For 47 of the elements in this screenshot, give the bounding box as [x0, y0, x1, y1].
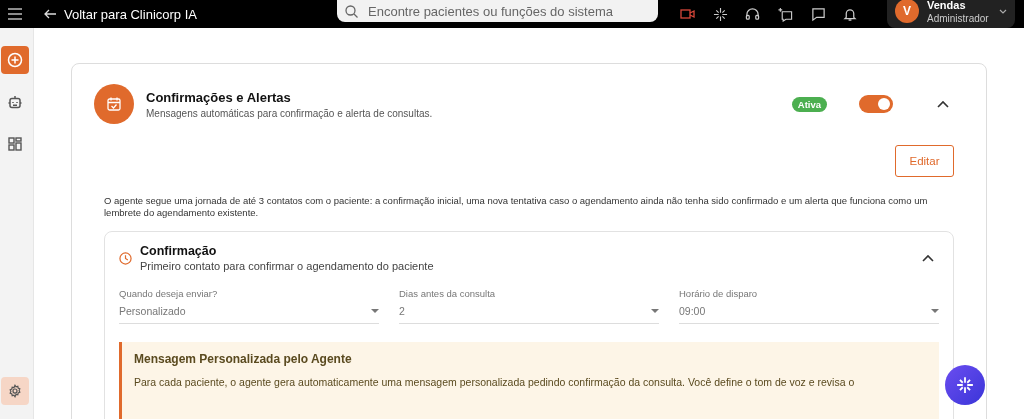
select-field[interactable]: 09:00	[679, 305, 939, 324]
field-label: Dias antes da consulta	[399, 288, 497, 299]
description-text: O agente segue uma jornada de até 3 contatos com o paciente: a confirmação inicial, uma nova tentativa caso o agendamento ainda não tenha sido confirmado e um alerta que funciona como um lembrete do agendamento existente.	[104, 195, 929, 219]
add-icon	[6, 52, 23, 68]
headset-icon[interactable]	[745, 6, 760, 22]
section-subtitle: Primeiro contato para confirmar o agendamento do paciente	[140, 260, 434, 272]
video-camera-icon[interactable]	[680, 8, 696, 20]
sparkle-icon	[956, 376, 974, 394]
field-label: Quando deseja enviar?	[119, 288, 219, 299]
chevron-up-icon[interactable]	[922, 254, 934, 262]
dashboard-icon	[6, 136, 23, 152]
sidebar-item[interactable]	[0, 46, 29, 74]
notice-text: Para cada paciente, o agente gera automaticamente uma mensagem personalizada pedindo confirmação da consulta. Você define o tom de voz e revisa o	[134, 376, 855, 388]
clock-icon	[119, 251, 132, 265]
card-title: Confirmações e Alertas	[146, 89, 292, 105]
user-menu[interactable]: V Vendas Administrador	[887, 0, 1015, 28]
caret-icon	[999, 8, 1007, 14]
dropdown-arrow-icon	[651, 309, 659, 313]
sparkle-icon[interactable]	[713, 6, 728, 22]
user-avatar: V	[895, 0, 919, 23]
notice-title: Mensagem Personalizada pelo Agente	[134, 352, 353, 366]
menu-icon[interactable]	[8, 8, 22, 20]
user-name: Vendas	[927, 0, 967, 12]
back-link[interactable]: Voltar para Clinicorp IA	[44, 6, 197, 22]
edit-button[interactable]: Editar	[895, 145, 954, 177]
chat-icon[interactable]	[811, 6, 826, 22]
toggle-switch[interactable]	[859, 95, 893, 113]
chat-sparkle-icon[interactable]	[777, 6, 794, 22]
select-field[interactable]: 2	[399, 305, 659, 324]
section-title: Confirmação	[140, 244, 218, 258]
search-icon	[345, 4, 358, 18]
calendar-check-icon	[106, 96, 122, 112]
field-label: Horário de disparo	[679, 288, 759, 299]
search-field[interactable]: Encontre pacientes ou funções do sistema	[337, 0, 658, 22]
settings-icon	[7, 384, 22, 398]
bell-icon[interactable]	[843, 6, 857, 22]
user-role: Administrador	[927, 12, 989, 25]
card-subtitle: Mensagens automáticas para confirmação e alerta de consultas.	[146, 107, 433, 119]
select-field[interactable]: Personalizado	[119, 305, 379, 324]
arrow-left-icon	[44, 9, 56, 19]
settings-button[interactable]	[0, 377, 29, 405]
robot-icon	[6, 94, 23, 110]
assistant-button[interactable]	[945, 365, 985, 405]
status-badge: Ativa	[791, 96, 827, 112]
dropdown-arrow-icon	[931, 309, 939, 313]
chevron-up-icon[interactable]	[937, 100, 949, 108]
dropdown-arrow-icon	[371, 309, 379, 313]
